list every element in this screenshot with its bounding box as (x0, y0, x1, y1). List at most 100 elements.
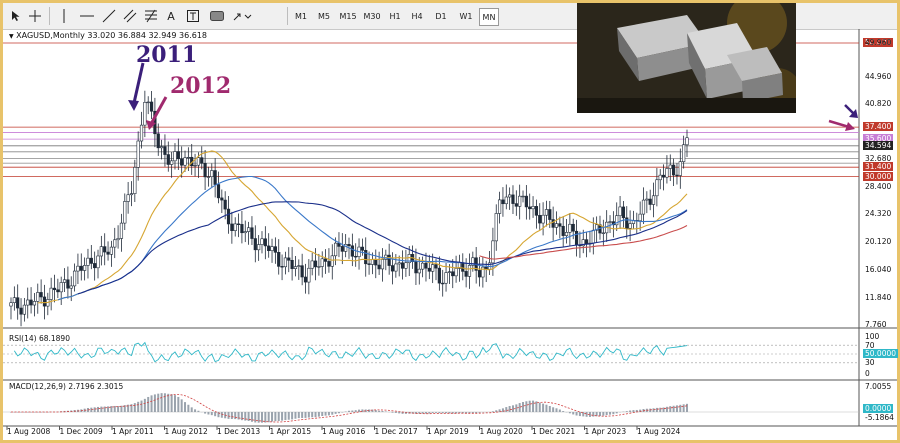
timeframe-m30[interactable]: M30 (361, 8, 383, 24)
right-arrow-red-head-icon (845, 122, 855, 131)
timeframe-m1[interactable]: M1 (293, 8, 309, 24)
price-axis-label: 34.594 (863, 140, 894, 150)
candle-body (574, 230, 579, 246)
date-axis-label: 1 Apr 2011 (112, 427, 154, 436)
vertical-line-icon[interactable] (57, 7, 71, 25)
macd-histogram-bar (344, 411, 347, 412)
candle-body (608, 221, 612, 223)
macd-histogram-bar (568, 412, 571, 414)
text-tool-icon[interactable]: A (163, 7, 179, 25)
candle-body (196, 157, 201, 166)
macd-histogram-bar (351, 410, 354, 412)
macd-histogram-bar (331, 412, 334, 415)
macd-histogram-bar (150, 395, 153, 412)
horizontal-line-icon[interactable] (79, 7, 95, 25)
rsi-axis-0: 0 (865, 369, 870, 378)
candle-body (367, 263, 371, 265)
candle-body (414, 261, 418, 274)
candle-body (568, 223, 572, 233)
macd-histogram-bar (522, 402, 525, 412)
macd-histogram-bar (686, 403, 688, 412)
macd-histogram-bar (184, 402, 187, 412)
candle-body (655, 179, 659, 197)
candle-body (447, 271, 451, 273)
candle-body (49, 287, 53, 300)
toolbar-divider (49, 7, 50, 25)
rectangle-shape-icon[interactable] (209, 7, 225, 25)
timeframe-m5[interactable]: M5 (315, 8, 333, 24)
candle-body (548, 209, 552, 220)
macd-histogram-bar (190, 407, 193, 412)
macd-histogram-bar (592, 412, 595, 417)
macd-histogram-bar (575, 412, 578, 416)
candle-body (270, 246, 274, 251)
candle-body (651, 195, 656, 205)
macd-histogram-bar (26, 412, 29, 413)
timeframe-w1[interactable]: W1 (457, 8, 475, 24)
candle-body (76, 265, 80, 272)
price-axis-label: 24.320 (865, 209, 892, 219)
macd-histogram-bar (398, 412, 401, 414)
macd-histogram-bar (90, 407, 93, 412)
text-label-icon[interactable] (185, 7, 201, 25)
macd-histogram-bar (532, 400, 535, 412)
candle-body (340, 246, 344, 252)
macd-histogram-bar (394, 412, 397, 413)
macd-histogram-bar (535, 401, 538, 412)
macd-histogram-bar (518, 403, 521, 412)
candle-body (400, 262, 405, 269)
macd-histogram-bar (227, 412, 230, 419)
macd-histogram-bar (180, 399, 183, 412)
candle-body (19, 307, 23, 315)
macd-histogram-bar (337, 412, 340, 414)
macd-histogram-bar (100, 406, 103, 412)
candle-body (139, 124, 144, 142)
macd-histogram-bar (669, 406, 672, 412)
candle-body (534, 206, 539, 216)
macd-histogram-bar (545, 404, 548, 412)
macd-histogram-bar (435, 412, 438, 413)
rsi-label: RSI(14) 68.1890 (9, 334, 70, 343)
fibonacci-icon[interactable] (143, 7, 159, 25)
macd-histogram-bar (629, 410, 632, 412)
candle-body (143, 102, 147, 126)
candle-body (364, 249, 368, 265)
candle-body (277, 252, 281, 267)
candle-body (514, 203, 518, 207)
equidistant-channel-icon[interactable] (121, 7, 139, 25)
trendline-icon[interactable] (101, 7, 117, 25)
macd-histogram-bar (177, 396, 180, 412)
timeframe-d1[interactable]: D1 (433, 8, 449, 24)
timeframe-h1[interactable]: H1 (387, 8, 403, 24)
candle-body (96, 255, 100, 269)
arrows-menu-icon[interactable] (231, 7, 253, 25)
candle-body (200, 157, 204, 164)
price-axis-label: 28.400 (865, 182, 892, 192)
candle-body (22, 304, 26, 315)
candle-body (287, 257, 291, 261)
candle-body (106, 251, 110, 255)
macd-histogram-bar (542, 403, 545, 412)
candle-body (280, 266, 284, 268)
candle-body (149, 101, 154, 112)
macd-histogram-bar (103, 406, 106, 412)
candle-body (59, 282, 63, 293)
cursor-icon[interactable] (9, 7, 23, 25)
timeframe-h4[interactable]: H4 (409, 8, 425, 24)
candle-body (571, 223, 575, 232)
candle-body (180, 158, 184, 166)
crosshair-icon[interactable] (27, 7, 43, 25)
date-axis-label: 1 Dec 2017 (374, 427, 418, 436)
macd-histogram-bar (478, 412, 481, 413)
rsi-indicator (3, 341, 859, 364)
price-axis-label: 40.820 (865, 99, 892, 109)
macd-histogram-bar (93, 407, 96, 412)
macd-histogram-bar (672, 405, 675, 412)
candle-body (427, 267, 431, 272)
candle-body (183, 157, 187, 166)
timeframe-m15[interactable]: M15 (337, 8, 359, 24)
candle-body (109, 246, 113, 255)
timeframe-mn[interactable]: MN (479, 8, 499, 26)
candle-body (99, 246, 103, 257)
macd-histogram-bar (311, 412, 314, 418)
